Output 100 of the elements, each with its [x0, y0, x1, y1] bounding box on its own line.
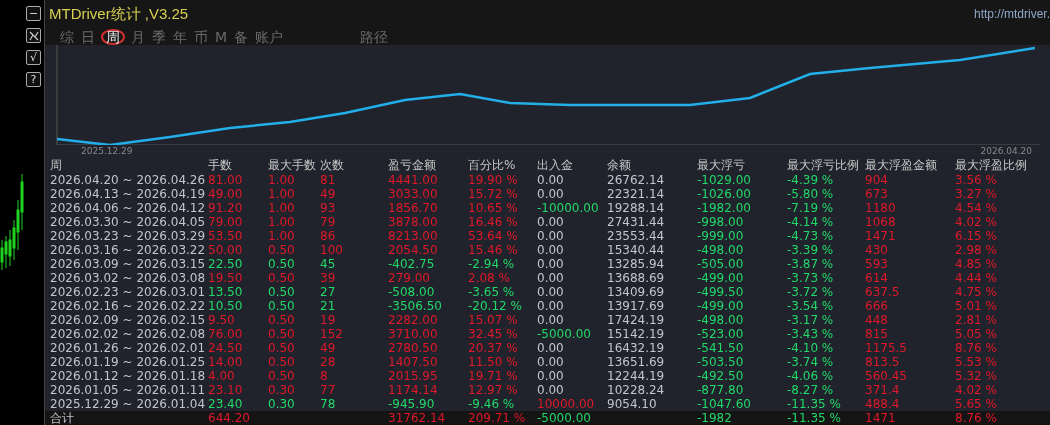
table-cell-text: 1471 [865, 411, 897, 425]
table-cell-text: -3.39 % [787, 243, 835, 257]
table-cell-text: -3.65 % [468, 285, 516, 299]
table-cell-text: 93 [320, 201, 337, 215]
table-cell-text: -4.14 % [787, 215, 835, 229]
table-cell-text: 4.02 % [955, 215, 998, 229]
table-cell-text: 614 [865, 271, 889, 285]
table-cell-text: 2.81 % [955, 313, 998, 327]
table-cell-text: 31762.14 [388, 411, 447, 425]
table-cell-text: 1068 [865, 215, 897, 229]
chart-toggle-button[interactable] [26, 28, 41, 43]
tab[interactable]: 日 [80, 28, 96, 45]
table-cell-text: 2026.02.23 ~ 2026.03.01 [50, 285, 207, 299]
table-cell-text: -1047.60 [697, 397, 752, 411]
table-cell-text: -1026.00 [697, 187, 752, 201]
table-cell-text: 0.00 [537, 257, 565, 271]
tab[interactable]: 账户 [254, 28, 285, 45]
table-cell-text: -877.80 [697, 383, 745, 397]
column-header: 周 [50, 157, 63, 173]
table-cell-text: 10.65 % [468, 201, 519, 215]
table-cell-text: 8 [320, 369, 329, 383]
table-cell-text: 2026.03.02 ~ 2026.03.08 [50, 271, 207, 285]
table-cell-text: 3033.00 [388, 187, 439, 201]
table-cell-text: 8.76 % [955, 341, 998, 355]
tab[interactable]: 币 [193, 28, 209, 45]
table-cell-text: 4.54 % [955, 201, 998, 215]
tab[interactable]: 月 [130, 28, 146, 45]
tab[interactable]: 年 [172, 28, 188, 45]
panel-button[interactable]: − [26, 6, 41, 21]
website-link[interactable]: http://mtdriver. [973, 7, 1050, 21]
table-cell-text: 91.20 [208, 201, 244, 215]
table-cell-text: 0.50 [268, 285, 296, 299]
table-cell-text: -3.74 % [787, 355, 835, 369]
table-cell-text: -3506.50 [388, 299, 443, 313]
table-cell-text: 81.00 [208, 173, 244, 187]
table-cell-text: -3.17 % [787, 313, 835, 327]
table-cell-text: -3.72 % [787, 285, 835, 299]
table-cell-text: -402.75 [388, 257, 436, 271]
axis-label: 2025.12.29 [81, 145, 133, 157]
table-cell-text: 0.50 [268, 341, 296, 355]
table-cell-text: 49 [320, 187, 337, 201]
table-cell-text: 2026.01.19 ~ 2026.01.25 [50, 355, 207, 369]
tab[interactable]: M [214, 28, 229, 45]
table-cell-text: 0.00 [537, 355, 565, 369]
table-cell-text: 0.00 [537, 383, 565, 397]
tab[interactable]: 路径 [359, 28, 390, 45]
table-cell-text: 13688.69 [607, 271, 666, 285]
table-cell-text: 39 [320, 271, 337, 285]
panel-button[interactable]: √ [26, 50, 41, 65]
table-cell-text: 904 [865, 173, 889, 187]
table-cell-text: 2780.50 [388, 341, 439, 355]
table-cell-text: 2026.01.05 ~ 2026.01.11 [50, 383, 207, 397]
table-cell-text: 12.97 % [468, 383, 519, 397]
table-cell-text: -3.43 % [787, 327, 835, 341]
table-cell-text: 53.50 [208, 229, 244, 243]
table-cell-text: 2.08 % [468, 271, 511, 285]
table-cell-text: 5.32 % [955, 369, 998, 383]
table-cell-text: 79.00 [208, 215, 244, 229]
table-cell-text: -523.00 [697, 327, 745, 341]
table-cell-text: 1.00 [268, 215, 296, 229]
tab[interactable]: 综 [59, 28, 75, 45]
table-cell-text: 13409.69 [607, 285, 666, 299]
column-header: 最大手数 [268, 157, 317, 173]
table-cell-text: 19 [320, 313, 337, 327]
table-cell-text: 1407.50 [388, 355, 439, 369]
table-cell-text: 23.10 [208, 383, 244, 397]
table-cell-text: 77 [320, 383, 337, 397]
table-cell-text: -10000.00 [537, 201, 600, 215]
table-cell-text: 81 [320, 173, 337, 187]
table-cell-text: 637.5 [865, 285, 901, 299]
table-cell-text: 32.45 % [468, 327, 519, 341]
table-cell-text: -11.35 % [787, 397, 842, 411]
table-cell-text: 0.00 [537, 243, 565, 257]
table-cell-text: 1471 [865, 229, 897, 243]
table-cell-text: -4.73 % [787, 229, 835, 243]
column-header: 百分比% [468, 157, 517, 173]
table-cell-text: 19.90 % [468, 173, 519, 187]
table-cell-text: -8.27 % [787, 383, 835, 397]
table-cell-text: 0.50 [268, 313, 296, 327]
table-cell-text: 2026.01.26 ~ 2026.02.01 [50, 341, 207, 355]
table-cell-text: -5.80 % [787, 187, 835, 201]
table-cell-text: 19.50 [208, 271, 244, 285]
table-cell-text: 152 [320, 327, 344, 341]
table-cell-text: 10.50 [208, 299, 244, 313]
table-cell-text: 0.00 [537, 285, 565, 299]
tab[interactable]: 季 [151, 28, 167, 45]
panel-button[interactable]: ? [26, 72, 41, 87]
table-cell-text: 1180 [865, 201, 897, 215]
table-cell-text: -505.00 [697, 257, 745, 271]
table-cell-text: 53.64 % [468, 229, 519, 243]
table-cell-text: 0.50 [268, 355, 296, 369]
tab[interactable]: 周 [101, 28, 125, 45]
table-cell-text: 27 [320, 285, 337, 299]
table-cell-text: 815 [865, 327, 889, 341]
table-cell-text: 19.71 % [468, 369, 519, 383]
table-cell-text: 2282.00 [388, 313, 439, 327]
table-cell-text: 560.45 [865, 369, 908, 383]
table-cell-text: -3.54 % [787, 299, 835, 313]
tab[interactable]: 备 [233, 28, 250, 45]
table-cell-text: -503.50 [697, 355, 745, 369]
